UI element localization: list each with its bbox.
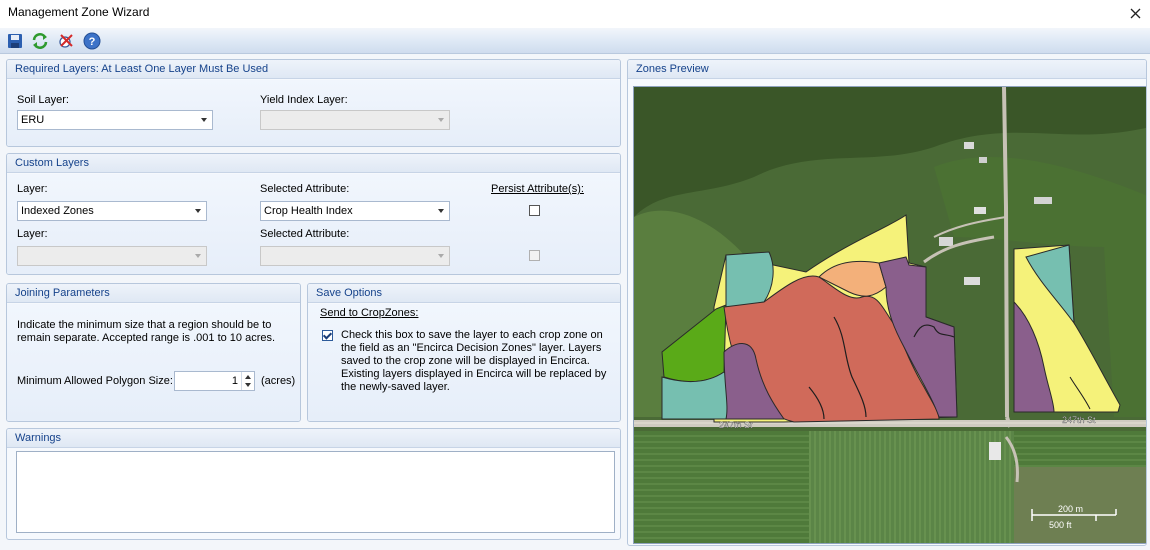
refresh-button[interactable]	[30, 31, 50, 51]
joining-parameters-header: Joining Parameters	[7, 284, 300, 303]
joining-description: Indicate the minimum size that a region …	[17, 319, 276, 344]
stepper-down-icon[interactable]	[245, 383, 251, 387]
send-to-cropzones-label: Send to CropZones:	[320, 307, 419, 319]
save-options-group: Save Options Send to CropZones: Check th…	[307, 283, 621, 422]
required-layers-group: Required Layers: At Least One Layer Must…	[6, 59, 621, 147]
warnings-textarea[interactable]	[16, 451, 615, 533]
chevron-down-icon	[438, 254, 444, 258]
attribute-select-2	[260, 246, 450, 266]
layer-select-1[interactable]: Indexed Zones	[17, 201, 207, 221]
save-options-description: Check this box to save the layer to each…	[341, 329, 607, 393]
close-icon	[1130, 8, 1140, 18]
attribute-label-1: Selected Attribute:	[260, 183, 350, 195]
warnings-header: Warnings	[7, 429, 620, 448]
svg-text:?: ?	[89, 36, 96, 48]
yield-index-select	[260, 110, 450, 130]
joining-parameters-group: Joining Parameters Indicate the minimum …	[6, 283, 301, 422]
save-options-header: Save Options	[308, 284, 620, 303]
soil-layer-value: ERU	[21, 114, 45, 126]
layer-label-1: Layer:	[17, 183, 48, 195]
scale-metric-label: 200 m	[1058, 504, 1083, 514]
custom-layers-group: Custom Layers Layer: Selected Attribute:…	[6, 153, 621, 275]
help-button[interactable]: ?	[82, 31, 102, 51]
required-layers-header: Required Layers: At Least One Layer Must…	[7, 60, 620, 79]
map-canvas: 247th St 247th St 200 m 500 ft	[634, 87, 1146, 543]
soil-layer-select[interactable]: ERU	[17, 110, 213, 130]
layer-label-2: Layer:	[17, 228, 48, 240]
road-label-west: 247th St	[719, 420, 753, 430]
title-bar: Management Zone Wizard	[0, 0, 1150, 28]
attribute-value-1: Crop Health Index	[264, 205, 353, 217]
content-area: Required Layers: At Least One Layer Must…	[0, 54, 1150, 550]
layer-value-1: Indexed Zones	[21, 205, 94, 217]
window-title: Management Zone Wizard	[8, 5, 150, 19]
layer-select-2	[17, 246, 207, 266]
yield-index-label: Yield Index Layer:	[260, 94, 348, 106]
min-polygon-size-stepper[interactable]: 1	[174, 371, 255, 391]
chevron-down-icon	[201, 118, 207, 122]
stop-button[interactable]	[56, 31, 76, 51]
chevron-down-icon	[195, 254, 201, 258]
zones-preview-header: Zones Preview	[628, 60, 1146, 79]
persist-checkbox-2	[529, 250, 540, 261]
custom-layers-header: Custom Layers	[7, 154, 620, 173]
road-label-east: 247th St	[1062, 415, 1096, 425]
acres-unit-label: (acres)	[261, 375, 296, 387]
min-polygon-size-label: Minimum Allowed Polygon Size:	[17, 375, 173, 387]
stepper-up-icon[interactable]	[245, 375, 251, 379]
zones-preview-map[interactable]: 247th St 247th St 200 m 500 ft	[633, 86, 1146, 544]
save-button[interactable]	[5, 31, 25, 51]
persist-attributes-label: Persist Attribute(s):	[491, 183, 584, 195]
stop-icon	[59, 34, 73, 48]
chevron-down-icon	[195, 209, 201, 213]
refresh-icon	[32, 33, 48, 49]
chevron-down-icon	[438, 118, 444, 122]
send-to-cropzones-checkbox[interactable]	[322, 330, 333, 341]
min-polygon-size-value: 1	[231, 375, 238, 387]
attribute-select-1[interactable]: Crop Health Index	[260, 201, 450, 221]
close-button[interactable]	[1124, 2, 1146, 24]
chevron-down-icon	[438, 209, 444, 213]
warnings-group: Warnings	[6, 428, 621, 540]
persist-checkbox-1[interactable]	[529, 205, 540, 216]
soil-layer-label: Soil Layer:	[17, 94, 69, 106]
zones-preview-group: Zones Preview 247th St 247th St 200 m 50…	[627, 59, 1147, 546]
toolbar: ?	[0, 28, 1150, 54]
scale-imperial-label: 500 ft	[1049, 520, 1072, 530]
save-icon	[8, 34, 22, 48]
help-icon: ?	[83, 32, 101, 50]
attribute-label-2: Selected Attribute:	[260, 228, 350, 240]
